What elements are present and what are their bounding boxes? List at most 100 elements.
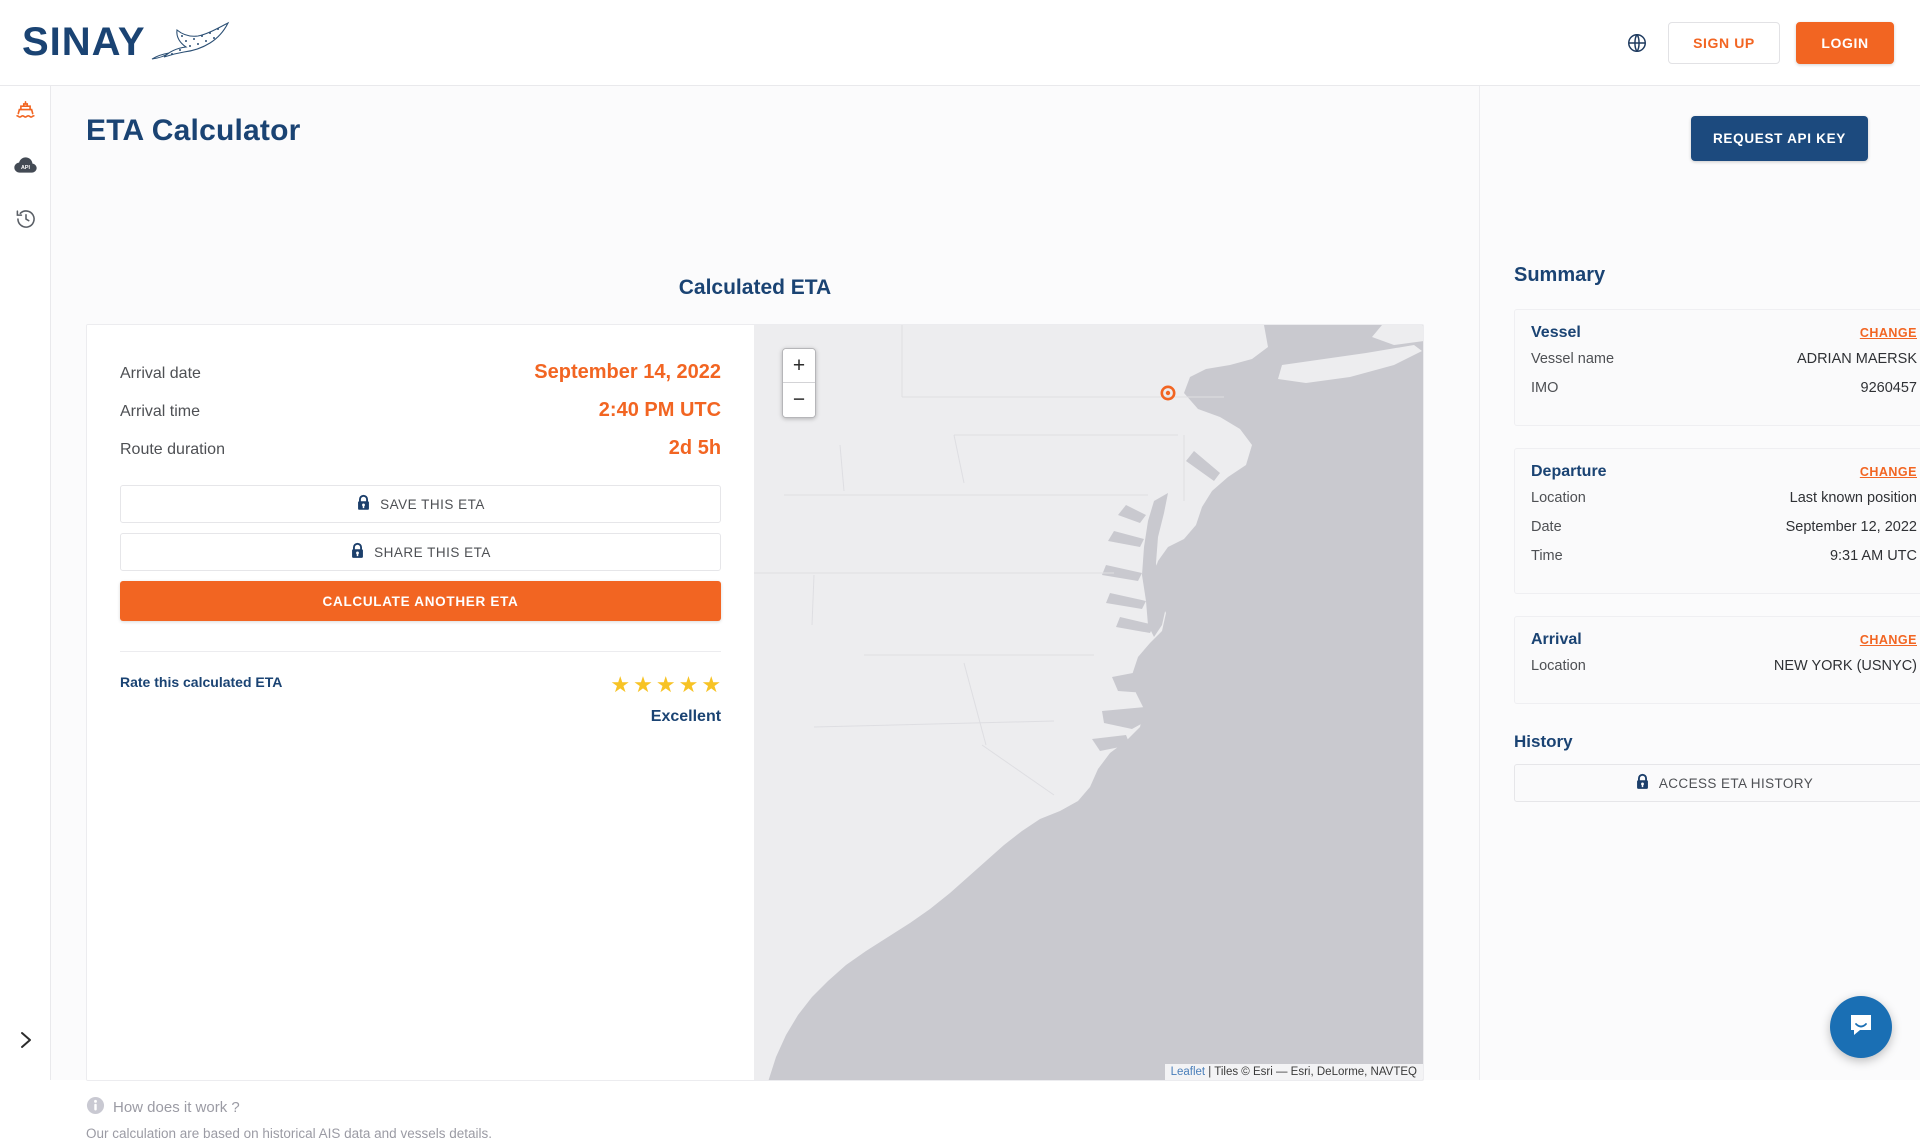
- vessel-card-title: Vessel: [1531, 324, 1581, 342]
- header-actions: SIGN UP LOGIN: [1622, 22, 1894, 64]
- login-button[interactable]: LOGIN: [1796, 22, 1894, 64]
- save-eta-label: SAVE THIS ETA: [380, 497, 485, 512]
- zoom-in-button[interactable]: +: [783, 349, 815, 383]
- divider: [120, 651, 721, 652]
- lock-icon: [356, 494, 371, 514]
- imo-key: IMO: [1531, 380, 1558, 396]
- table-row: Location NEW YORK (USNYC): [1531, 658, 1917, 687]
- share-eta-label: SHARE THIS ETA: [374, 545, 491, 560]
- change-arrival-link[interactable]: CHANGE: [1860, 633, 1917, 647]
- sign-up-button[interactable]: SIGN UP: [1668, 22, 1780, 64]
- calculate-another-eta-button[interactable]: CALCULATE ANOTHER ETA: [120, 581, 721, 621]
- lock-icon: [1635, 773, 1650, 793]
- star-icon[interactable]: ★: [656, 674, 676, 696]
- departure-date-value: September 12, 2022: [1786, 519, 1917, 535]
- eta-details-panel: Arrival date September 14, 2022 Arrival …: [87, 325, 754, 1080]
- map-tiles: [754, 325, 1423, 1080]
- route-duration-value: 2d 5h: [669, 437, 721, 460]
- divider: [1479, 86, 1480, 1080]
- chat-launcher-button[interactable]: [1830, 996, 1892, 1058]
- how-it-works-note: How does it work ? Our calculation are b…: [86, 1096, 492, 1141]
- chevron-right-icon: [17, 1029, 35, 1056]
- chat-bubble-icon: [1846, 1010, 1876, 1045]
- lock-icon: [350, 542, 365, 562]
- dolphin-logo-icon: [150, 17, 236, 68]
- leaflet-link[interactable]: Leaflet: [1171, 1066, 1206, 1078]
- page-title: ETA Calculator: [86, 114, 301, 148]
- route-map[interactable]: + − Leaflet | Tiles © Esri — Esri, DeLor…: [754, 325, 1423, 1080]
- arrival-location-key: Location: [1531, 658, 1586, 674]
- star-icon[interactable]: ★: [610, 674, 630, 696]
- departure-date-key: Date: [1531, 519, 1562, 535]
- arrival-card-title: Arrival: [1531, 631, 1582, 649]
- history-section-title: History: [1514, 732, 1920, 752]
- brand-logo[interactable]: SINAY: [22, 17, 236, 68]
- summary-card-header: Arrival CHANGE: [1531, 631, 1917, 649]
- star-icon[interactable]: ★: [701, 674, 721, 696]
- table-row: Arrival date September 14, 2022: [120, 361, 721, 399]
- map-attribution: Leaflet | Tiles © Esri — Esri, DeLorme, …: [1165, 1064, 1423, 1080]
- globe-icon[interactable]: [1622, 28, 1652, 58]
- arrival-time-value: 2:40 PM UTC: [599, 399, 721, 422]
- table-row: Arrival time 2:40 PM UTC: [120, 399, 721, 437]
- table-row: Time 9:31 AM UTC: [1531, 548, 1917, 577]
- rating-word: Excellent: [610, 708, 721, 726]
- arrival-location-value: NEW YORK (USNYC): [1774, 658, 1917, 674]
- change-vessel-link[interactable]: CHANGE: [1860, 326, 1917, 340]
- table-row: IMO 9260457: [1531, 380, 1917, 409]
- rating-right: ★ ★ ★ ★ ★ Excellent: [610, 674, 721, 726]
- arrival-date-label: Arrival date: [120, 365, 201, 383]
- imo-value: 9260457: [1861, 380, 1917, 396]
- how-it-works-title-row[interactable]: How does it work ?: [86, 1096, 492, 1119]
- arrival-time-label: Arrival time: [120, 403, 200, 421]
- route-duration-label: Route duration: [120, 441, 225, 459]
- attribution-text: | Tiles © Esri — Esri, DeLorme, NAVTEQ: [1205, 1066, 1417, 1078]
- star-icon[interactable]: ★: [679, 674, 699, 696]
- sidebar-item-api[interactable]: API: [0, 140, 51, 194]
- summary-card-header: Vessel CHANGE: [1531, 324, 1917, 342]
- vessel-name-key: Vessel name: [1531, 351, 1614, 367]
- request-api-key-button[interactable]: REQUEST API KEY: [1691, 116, 1868, 161]
- map-zoom-controls: + −: [782, 348, 816, 418]
- summary-card-departure: Departure CHANGE Location Last known pos…: [1514, 448, 1920, 594]
- departure-location-value: Last known position: [1790, 490, 1917, 506]
- star-icon[interactable]: ★: [633, 674, 653, 696]
- api-cloud-icon: API: [13, 155, 38, 180]
- summary-panel: Summary Vessel CHANGE Vessel name ADRIAN…: [1514, 264, 1920, 802]
- how-it-works-subtitle: Our calculation are based on historical …: [86, 1126, 492, 1141]
- vessel-name-value: ADRIAN MAERSK: [1797, 351, 1917, 367]
- table-row: Location Last known position: [1531, 490, 1917, 519]
- table-row: Date September 12, 2022: [1531, 519, 1917, 548]
- sidebar-item-history[interactable]: [0, 194, 51, 248]
- left-nav-rail: API: [0, 86, 51, 1080]
- departure-time-value: 9:31 AM UTC: [1830, 548, 1917, 564]
- summary-card-header: Departure CHANGE: [1531, 463, 1917, 481]
- app-header: SINAY SIGN UP LOGIN: [0, 0, 1920, 86]
- sidebar-item-eta-calculator[interactable]: [0, 86, 51, 140]
- summary-card-arrival: Arrival CHANGE Location NEW YORK (USNYC): [1514, 616, 1920, 704]
- table-row: Vessel name ADRIAN MAERSK: [1531, 351, 1917, 380]
- departure-card-title: Departure: [1531, 463, 1607, 481]
- share-eta-button[interactable]: SHARE THIS ETA: [120, 533, 721, 571]
- table-row: Route duration 2d 5h: [120, 437, 721, 475]
- calculated-eta-heading: Calculated ETA: [86, 276, 1424, 300]
- departure-location-key: Location: [1531, 490, 1586, 506]
- svg-text:API: API: [21, 164, 30, 170]
- how-it-works-label: How does it work ?: [113, 1099, 240, 1116]
- zoom-out-button[interactable]: −: [783, 383, 815, 417]
- access-eta-history-button[interactable]: ACCESS ETA HISTORY: [1514, 764, 1920, 802]
- expand-sidebar-button[interactable]: [0, 1020, 51, 1064]
- eta-result-card: Arrival date September 14, 2022 Arrival …: [86, 324, 1424, 1081]
- change-departure-link[interactable]: CHANGE: [1860, 465, 1917, 479]
- logo-text: SINAY: [22, 20, 146, 65]
- page-body: ETA Calculator REQUEST API KEY Calculate…: [51, 86, 1920, 1080]
- ship-icon: [14, 99, 37, 127]
- arrival-date-value: September 14, 2022: [534, 361, 721, 384]
- save-eta-button[interactable]: SAVE THIS ETA: [120, 485, 721, 523]
- history-clock-icon: [15, 208, 37, 235]
- rating-label: Rate this calculated ETA: [120, 674, 282, 690]
- star-rating[interactable]: ★ ★ ★ ★ ★: [610, 674, 721, 696]
- rating-block: Rate this calculated ETA ★ ★ ★ ★ ★ Excel…: [120, 674, 721, 726]
- info-icon: [86, 1096, 105, 1119]
- departure-time-key: Time: [1531, 548, 1563, 564]
